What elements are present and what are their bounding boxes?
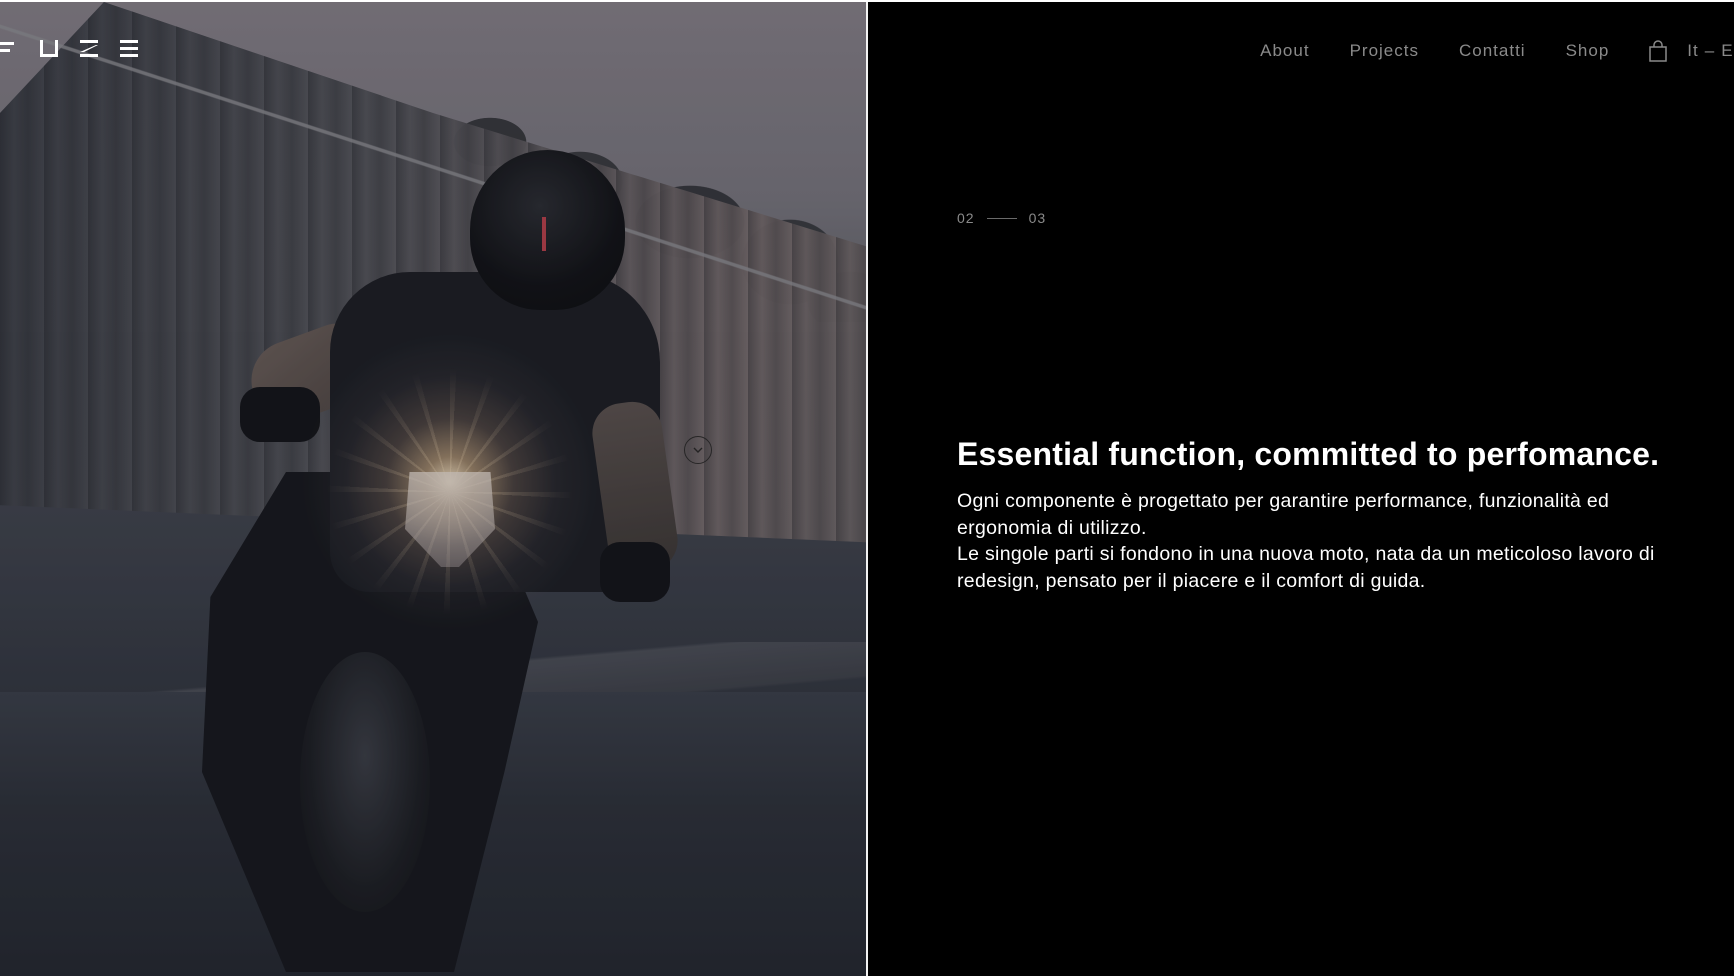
site-logo[interactable]	[0, 38, 138, 58]
lang-separator: –	[1704, 41, 1716, 60]
body-paragraph-1: Ogni componente è progettato per garanti…	[957, 490, 1610, 539]
page: About Projects Contatti Shop It – En 02 …	[0, 0, 1734, 976]
photo-overlay	[0, 2, 866, 976]
slide-counter: 02 03	[957, 210, 1046, 226]
logo-letter-u	[40, 38, 58, 58]
slide-total: 03	[1028, 210, 1047, 226]
chevron-down-circle-icon	[693, 447, 703, 453]
nav-about[interactable]: About	[1260, 41, 1309, 61]
lang-en[interactable]: En	[1721, 41, 1734, 61]
section-body: Ogni componente è progettato per garanti…	[957, 488, 1687, 594]
logo-letter-f	[0, 38, 18, 58]
logo-letter-e	[120, 38, 138, 58]
lang-it[interactable]: It	[1687, 41, 1698, 61]
hero-photo	[0, 2, 866, 976]
main-nav: About Projects Contatti Shop It – En	[1260, 40, 1734, 62]
nav-contatti[interactable]: Contatti	[1459, 41, 1526, 61]
language-switcher: It – En	[1687, 41, 1734, 61]
slide-current: 02	[957, 210, 975, 226]
nav-shop[interactable]: Shop	[1566, 41, 1610, 61]
body-paragraph-2: Le singole parti si fondono in una nuova…	[957, 543, 1655, 592]
scroll-down-button[interactable]	[684, 436, 712, 464]
nav-projects[interactable]: Projects	[1350, 41, 1419, 61]
slide-counter-line	[986, 217, 1017, 219]
shopping-bag-icon[interactable]	[1649, 40, 1668, 62]
page-frame: About Projects Contatti Shop It – En 02 …	[0, 2, 1734, 976]
section-headline: Essential function, committed to perfoma…	[957, 436, 1660, 472]
logo-letter-z	[80, 38, 98, 58]
